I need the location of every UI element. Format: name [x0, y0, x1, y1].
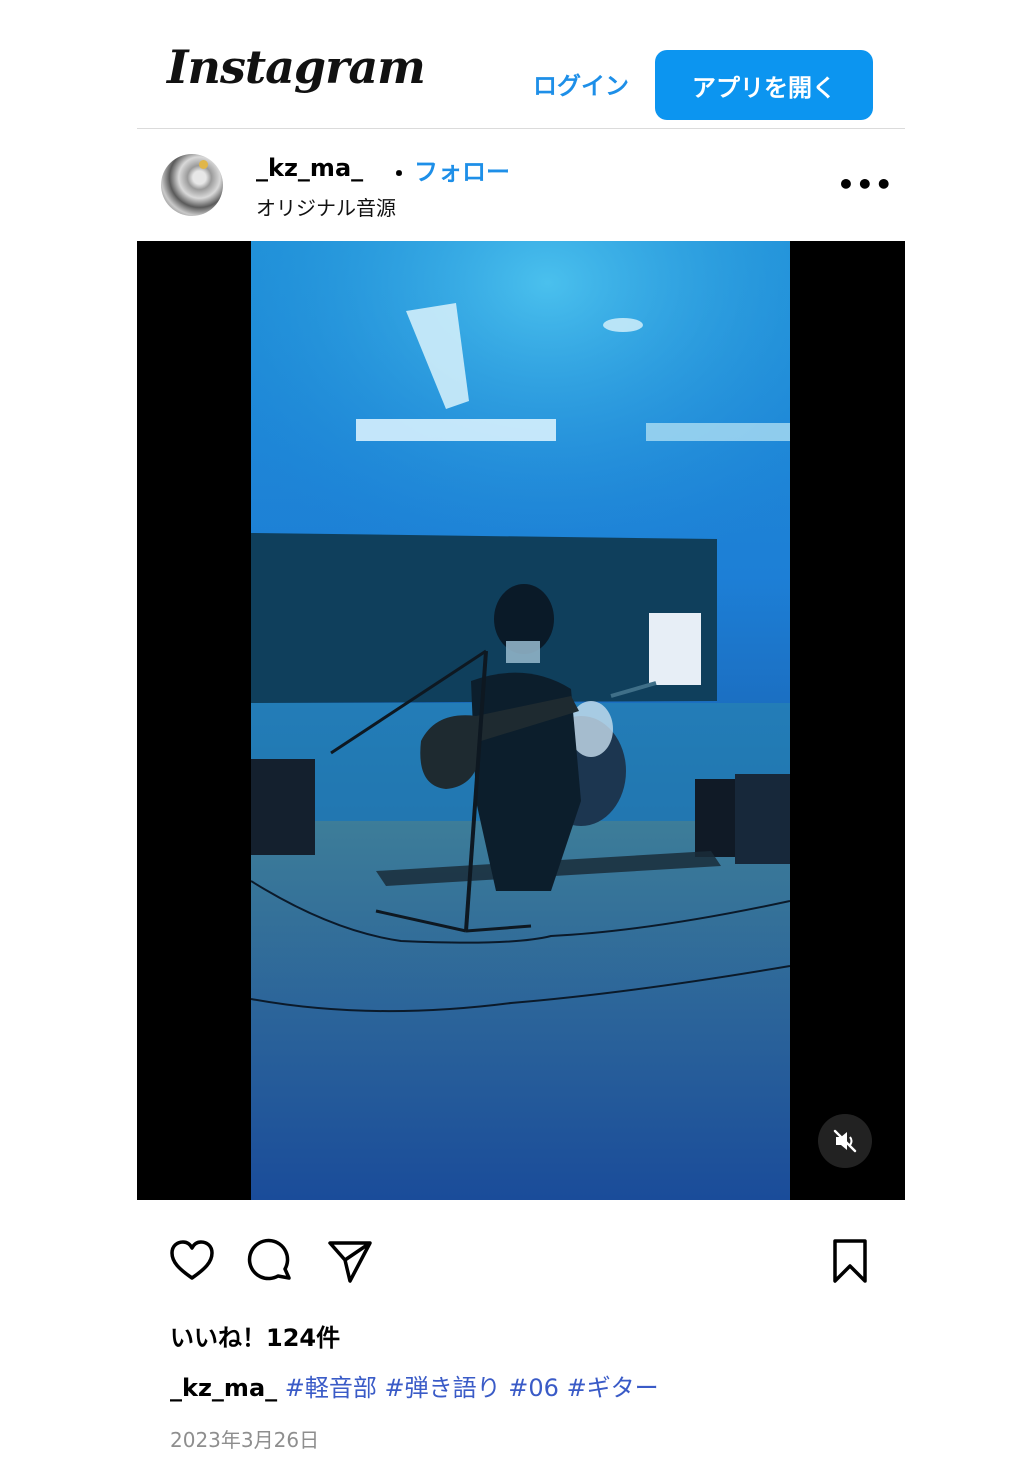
audio-label[interactable]: オリジナル音源 [256, 192, 396, 221]
post-username[interactable]: _kz_ma_ [256, 154, 363, 182]
top-bar: Instagram ログイン アプリを開く [137, 0, 905, 128]
send-icon[interactable] [325, 1236, 375, 1286]
header-divider [137, 128, 905, 129]
hashtag[interactable]: #弾き語り [385, 1374, 501, 1402]
hashtag[interactable]: #06 [508, 1374, 559, 1402]
likes-count[interactable]: いいね！124件 [170, 1318, 340, 1353]
bookmark-icon[interactable] [825, 1236, 875, 1286]
caption-username[interactable]: _kz_ma_ [170, 1374, 277, 1402]
mute-button[interactable] [818, 1114, 872, 1168]
separator-dot: ・ [387, 160, 411, 188]
caption: _kz_ma_ #軽音部 #弾き語り #06 #ギター [170, 1368, 659, 1403]
more-options-icon[interactable]: ••• [837, 168, 894, 201]
video-frame[interactable] [251, 241, 790, 1200]
speaker-muted-icon [833, 1129, 857, 1153]
post-date: 2023年3月26日 [170, 1428, 320, 1452]
open-app-button[interactable]: アプリを開く [655, 50, 873, 120]
post-header: _kz_ma_ ・ フォロー オリジナル音源 ••• [137, 142, 905, 232]
instagram-logo[interactable]: Instagram [167, 40, 426, 94]
comment-icon[interactable] [245, 1236, 295, 1286]
hashtag[interactable]: #軽音部 [285, 1374, 377, 1402]
post-media[interactable] [137, 241, 905, 1200]
post-actions [137, 1220, 905, 1300]
avatar[interactable] [161, 154, 223, 216]
hashtag[interactable]: #ギター [567, 1374, 659, 1402]
login-link[interactable]: ログイン [533, 66, 629, 101]
heart-icon[interactable] [167, 1236, 217, 1286]
follow-button[interactable]: フォロー [414, 152, 510, 187]
